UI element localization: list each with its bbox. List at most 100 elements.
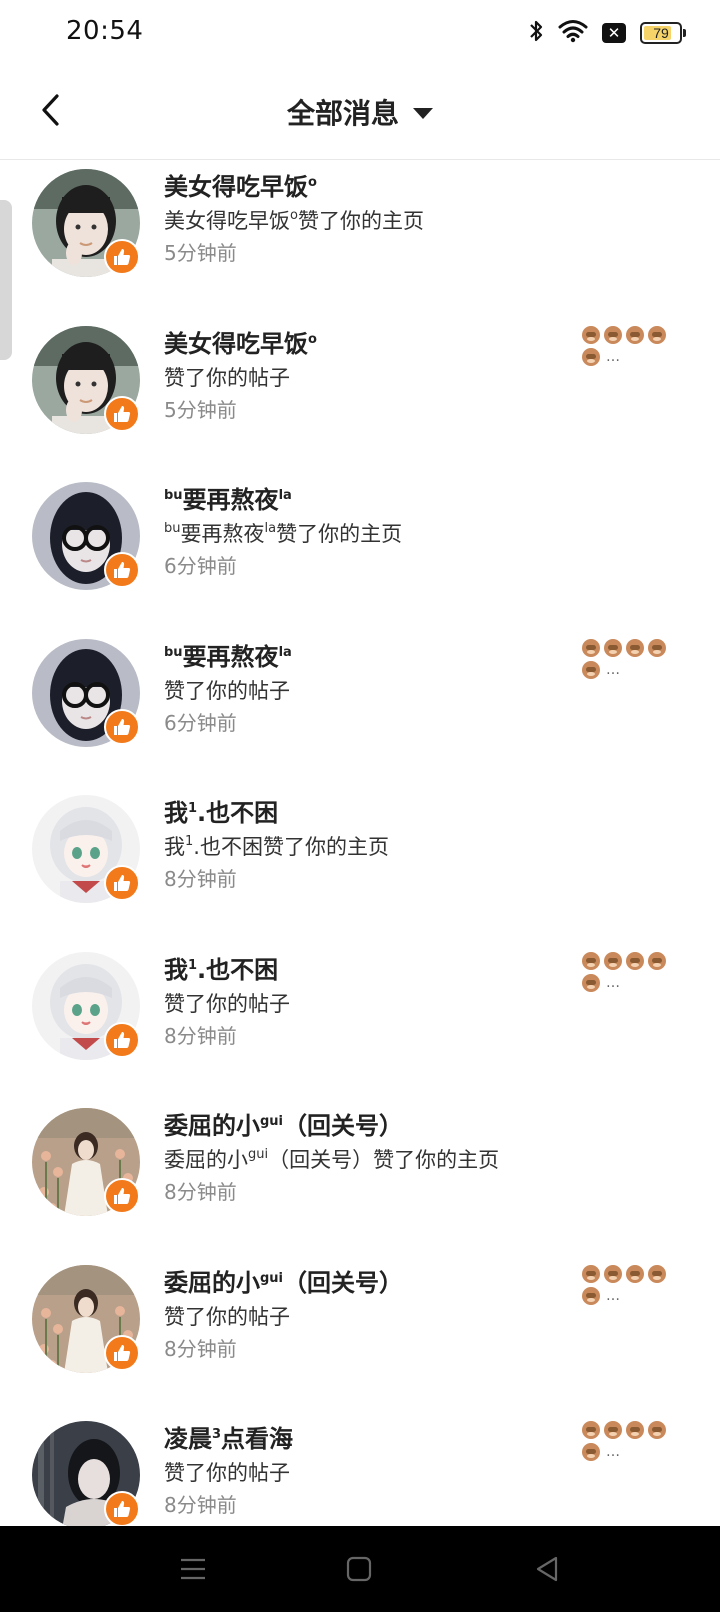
close-badge-icon: ✕ <box>602 23 626 43</box>
superscript-text: o <box>290 208 298 223</box>
thumb-up-icon <box>114 1031 131 1048</box>
sender-name-text: 我 <box>164 955 188 984</box>
message-item[interactable]: 美女得吃早饭o 美女得吃早饭o赞了你的主页 5分钟前 <box>0 161 720 318</box>
post-preview[interactable]: … <box>582 950 682 994</box>
sender-name-text: 美女得吃早饭 <box>164 329 308 358</box>
superscript-text: o <box>308 331 317 347</box>
sender-name-text: 美女得吃早饭 <box>164 173 308 201</box>
monkey-emoji-icon <box>604 1421 622 1439</box>
monkey-emoji-icon <box>648 1421 666 1439</box>
sender-name[interactable]: 委屈的小gui（回关号） <box>164 1263 403 1298</box>
message-action: 美女得吃早饭o赞了你的主页 <box>164 205 424 235</box>
sender-name-text: 委屈的小 <box>164 1268 260 1297</box>
sender-name-text: 要再熬夜 <box>182 642 279 671</box>
preview-ellipsis: … <box>606 661 620 678</box>
home-square-icon[interactable] <box>344 1554 374 1584</box>
superscript-text: 1 <box>188 957 198 973</box>
thumb-up-icon <box>114 562 131 578</box>
sender-name[interactable]: 委屈的小gui（回关号） <box>164 1106 403 1141</box>
monkey-emoji-icon <box>626 951 644 970</box>
preview-ellipsis: … <box>606 974 620 991</box>
message-action: bu要再熬夜la赞了你的主页 <box>164 518 402 548</box>
monkey-emoji-icon <box>582 660 600 679</box>
monkey-emoji-icon <box>582 1264 600 1283</box>
message-item[interactable]: bu要再熬夜la bu要再熬夜la赞了你的主页 6分钟前 <box>0 474 720 631</box>
post-preview[interactable]: … <box>582 637 682 681</box>
monkey-emoji-icon <box>582 1443 600 1461</box>
monkey-emoji-icon <box>648 325 666 344</box>
sender-name[interactable]: bu要再熬夜la <box>164 480 292 515</box>
message-item[interactable]: 美女得吃早饭o 赞了你的帖子 5分钟前… <box>0 318 720 475</box>
bluetooth-icon <box>528 18 544 48</box>
battery-text: 79 <box>653 25 669 41</box>
message-time: 8分钟前 <box>164 1023 237 1048</box>
superscript-text: bu <box>164 644 183 660</box>
monkey-emoji-icon <box>626 1264 644 1283</box>
superscript-text: gui <box>248 1147 269 1162</box>
status-icons: ✕ 79 <box>528 18 686 48</box>
preview-line <box>582 324 682 346</box>
message-item[interactable]: bu要再熬夜la 赞了你的帖子 6分钟前… <box>0 631 720 788</box>
system-nav-bar <box>0 1526 720 1612</box>
message-time: 5分钟前 <box>164 397 237 422</box>
sender-name-text: 我 <box>164 799 188 827</box>
message-item[interactable]: 我1.也不困 赞了你的帖子 8分钟前… <box>0 944 720 1101</box>
post-preview[interactable]: … <box>582 324 682 368</box>
thumb-up-icon <box>114 249 131 265</box>
monkey-emoji-icon <box>604 325 622 344</box>
like-badge <box>104 865 140 901</box>
message-action: 赞了你的帖子 <box>164 1301 290 1331</box>
like-badge <box>104 1334 140 1371</box>
status-bar: 20:54 ✕ 79 <box>0 0 720 64</box>
action-actor: 美女得吃早饭 <box>164 209 290 233</box>
post-preview[interactable]: … <box>582 1263 682 1307</box>
preview-line: … <box>582 659 682 681</box>
message-item[interactable]: 委屈的小gui（回关号） 赞了你的帖子 8分钟前… <box>0 1257 720 1414</box>
action-text: 赞了你的主页 <box>373 1148 500 1172</box>
page-title: 全部消息 <box>286 97 399 130</box>
monkey-emoji-icon <box>648 638 666 657</box>
superscript-text: la <box>278 488 292 503</box>
action-actor-tail: （回关号） <box>268 1148 374 1172</box>
message-item[interactable]: 我1.也不困 我1.也不困赞了你的主页 8分钟前 <box>0 787 720 944</box>
message-item[interactable]: 凌晨3点看海 赞了你的帖子 8分钟前… <box>0 1413 720 1527</box>
preview-ellipsis: … <box>606 348 620 365</box>
like-badge <box>104 1491 140 1527</box>
message-action: 赞了你的帖子 <box>164 362 290 392</box>
message-item[interactable]: 委屈的小gui（回关号） 委屈的小gui（回关号）赞了你的主页 8分钟前 <box>0 1100 720 1257</box>
superscript-text: o <box>308 175 317 190</box>
thumb-up-icon <box>114 1344 131 1361</box>
sender-name[interactable]: 凌晨3点看海 <box>164 1419 293 1454</box>
action-text: 赞了你的帖子 <box>164 1461 290 1485</box>
message-time: 8分钟前 <box>164 867 237 891</box>
thumb-up-icon <box>114 1501 131 1517</box>
monkey-emoji-icon <box>604 638 622 657</box>
like-badge <box>104 239 140 275</box>
sender-name-text: 委屈的小 <box>164 1112 260 1140</box>
sender-name-tail: （回关号） <box>283 1112 404 1140</box>
menu-icon[interactable] <box>178 1554 208 1584</box>
preview-ellipsis: … <box>606 1444 620 1460</box>
message-filter-dropdown[interactable]: 全部消息 <box>0 92 720 132</box>
action-text: 赞了你的帖子 <box>164 1304 290 1329</box>
like-badge <box>104 395 140 432</box>
post-preview[interactable]: … <box>582 1419 682 1463</box>
sender-name[interactable]: 美女得吃早饭o <box>164 324 317 359</box>
sender-name[interactable]: 美女得吃早饭o <box>164 167 317 202</box>
sender-name[interactable]: bu要再熬夜la <box>164 637 292 672</box>
monkey-emoji-icon <box>582 325 600 344</box>
monkey-emoji-icon <box>648 1264 666 1283</box>
action-actor: 我 <box>164 835 185 859</box>
sender-name[interactable]: 我1.也不困 <box>164 793 278 828</box>
monkey-emoji-icon <box>604 951 622 970</box>
sender-name[interactable]: 我1.也不困 <box>164 950 278 985</box>
sender-name-tail: 点看海 <box>221 1425 294 1453</box>
thumb-up-icon <box>114 718 131 735</box>
thumb-up-icon <box>114 405 131 422</box>
wifi-icon <box>558 19 588 47</box>
sender-name-tail: （回关号） <box>283 1268 404 1297</box>
message-action: 委屈的小gui（回关号）赞了你的主页 <box>164 1144 499 1174</box>
superscript-text: gui <box>260 1270 284 1286</box>
status-time: 20:54 <box>66 16 144 46</box>
back-triangle-icon[interactable] <box>532 1554 562 1584</box>
